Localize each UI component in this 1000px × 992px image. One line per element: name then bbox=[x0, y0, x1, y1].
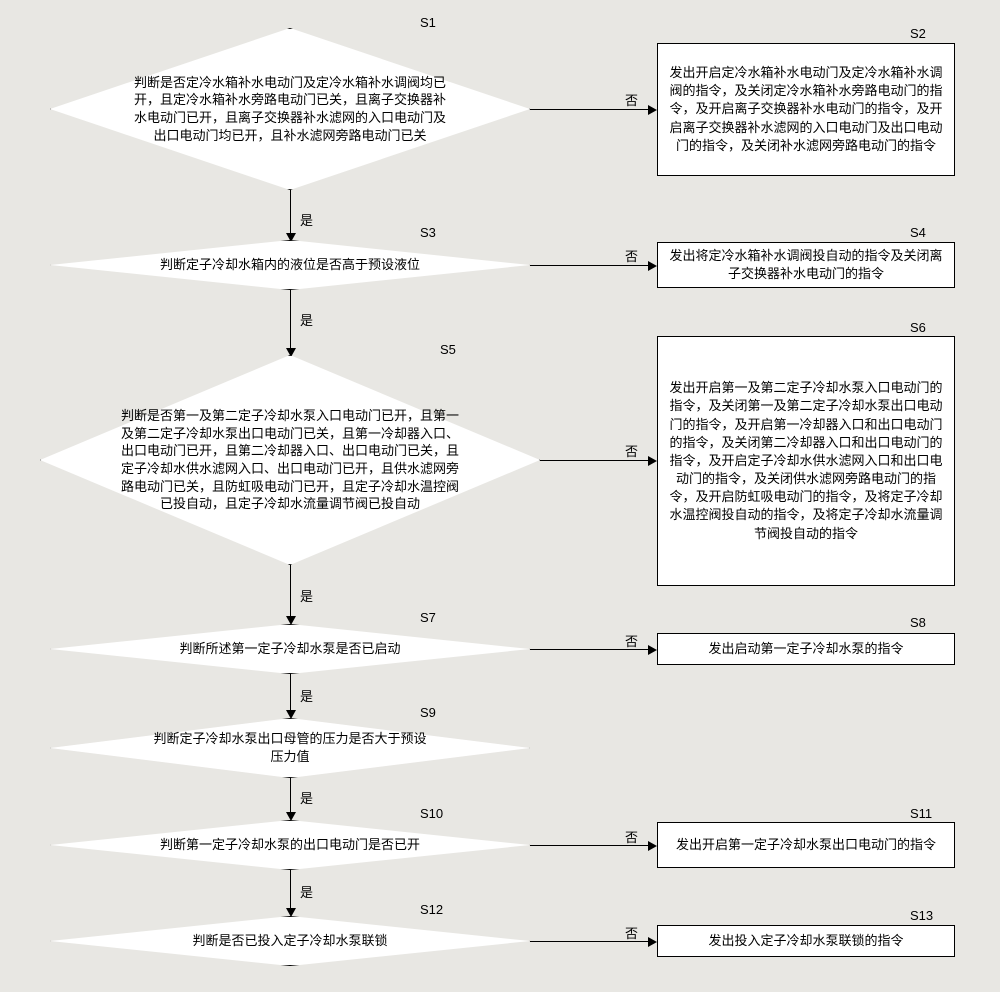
action-s4: 发出将定冷水箱补水调阀投自动的指令及关闭离子交换器补水电动门的指令 bbox=[657, 242, 955, 288]
decision-s10: 判断第一定子冷却水泵的出口电动门是否已开 bbox=[50, 820, 530, 870]
decision-s7-text: 判断所述第一定子冷却水泵是否已启动 bbox=[79, 640, 500, 658]
action-s13: 发出投入定子冷却水泵联锁的指令 bbox=[657, 925, 955, 957]
decision-s12-text: 判断是否已投入定子冷却水泵联锁 bbox=[92, 932, 487, 950]
step-label-s9: S9 bbox=[420, 705, 436, 720]
edge-no-s3: 否 bbox=[625, 246, 638, 265]
edge-yes-s1: 是 bbox=[300, 210, 313, 229]
action-s4-text: 发出将定冷水箱补水调阀投自动的指令及关闭离子交换器补水电动门的指令 bbox=[658, 243, 954, 287]
step-label-s10: S10 bbox=[420, 806, 443, 821]
action-s6: 发出开启第一及第二定子冷却水泵入口电动门的指令，及关闭第一及第二定子冷却水泵出口… bbox=[657, 336, 955, 586]
step-label-s12: S12 bbox=[420, 902, 443, 917]
decision-s3: 判断定子冷却水箱内的液位是否高于预设液位 bbox=[50, 240, 530, 290]
step-label-s5: S5 bbox=[440, 342, 456, 357]
edge-no-s12: 否 bbox=[625, 923, 638, 942]
action-s2-text: 发出开启定冷水箱补水电动门及定冷水箱补水调阀的指令，及关闭定冷水箱补水旁路电动门… bbox=[658, 60, 954, 159]
decision-s12: 判断是否已投入定子冷却水泵联锁 bbox=[50, 916, 530, 966]
edge-yes-s7: 是 bbox=[300, 686, 313, 705]
action-s8: 发出启动第一定子冷却水泵的指令 bbox=[657, 633, 955, 665]
edge-yes-s3: 是 bbox=[300, 310, 313, 329]
step-label-s8: S8 bbox=[910, 615, 926, 630]
step-label-s11: S11 bbox=[910, 806, 932, 821]
decision-s9: 判断定子冷却水泵出口母管的压力是否大于预设压力值 bbox=[50, 718, 530, 778]
edge-no-s7: 否 bbox=[625, 631, 638, 650]
decision-s1-text: 判断是否定冷水箱补水电动门及定冷水箱补水调阀均已开，且定冷水箱补水旁路电动门已关… bbox=[50, 74, 530, 144]
step-label-s3: S3 bbox=[420, 225, 436, 240]
flowchart: 判断是否定冷水箱补水电动门及定冷水箱补水调阀均已开，且定冷水箱补水旁路电动门已关… bbox=[0, 0, 1000, 992]
edge-yes-s10: 是 bbox=[300, 882, 313, 901]
edge-no-s10: 否 bbox=[625, 827, 638, 846]
decision-s1: 判断是否定冷水箱补水电动门及定冷水箱补水调阀均已开，且定冷水箱补水旁路电动门已关… bbox=[50, 28, 530, 190]
step-label-s13: S13 bbox=[910, 908, 933, 923]
action-s2: 发出开启定冷水箱补水电动门及定冷水箱补水调阀的指令，及关闭定冷水箱补水旁路电动门… bbox=[657, 43, 955, 176]
decision-s7: 判断所述第一定子冷却水泵是否已启动 bbox=[50, 624, 530, 674]
action-s11-text: 发出开启第一定子冷却水泵出口电动门的指令 bbox=[666, 832, 946, 858]
decision-s9-text: 判断定子冷却水泵出口母管的压力是否大于预设压力值 bbox=[50, 730, 530, 765]
edge-no-s5: 否 bbox=[625, 441, 638, 460]
decision-s3-text: 判断定子冷却水箱内的液位是否高于预设液位 bbox=[70, 256, 510, 274]
step-label-s6: S6 bbox=[910, 320, 926, 335]
edge-no-s1: 否 bbox=[625, 90, 638, 109]
step-label-s7: S7 bbox=[420, 610, 436, 625]
action-s11: 发出开启第一定子冷却水泵出口电动门的指令 bbox=[657, 822, 955, 868]
step-label-s1: S1 bbox=[420, 15, 436, 30]
action-s8-text: 发出启动第一定子冷却水泵的指令 bbox=[698, 636, 913, 662]
step-label-s4: S4 bbox=[910, 225, 926, 240]
decision-s5-text: 判断是否第一及第二定子冷却水泵入口电动门已开，且第一及第二定子冷却水泵出口电动门… bbox=[40, 407, 540, 512]
step-label-s2: S2 bbox=[910, 26, 926, 41]
action-s13-text: 发出投入定子冷却水泵联锁的指令 bbox=[698, 928, 913, 954]
action-s6-text: 发出开启第一及第二定子冷却水泵入口电动门的指令，及关闭第一及第二定子冷却水泵出口… bbox=[658, 375, 954, 547]
decision-s5: 判断是否第一及第二定子冷却水泵入口电动门已开，且第一及第二定子冷却水泵出口电动门… bbox=[40, 355, 540, 565]
edge-yes-s5: 是 bbox=[300, 586, 313, 605]
edge-yes-s9: 是 bbox=[300, 788, 313, 807]
decision-s10-text: 判断第一定子冷却水泵的出口电动门是否已开 bbox=[60, 836, 520, 854]
